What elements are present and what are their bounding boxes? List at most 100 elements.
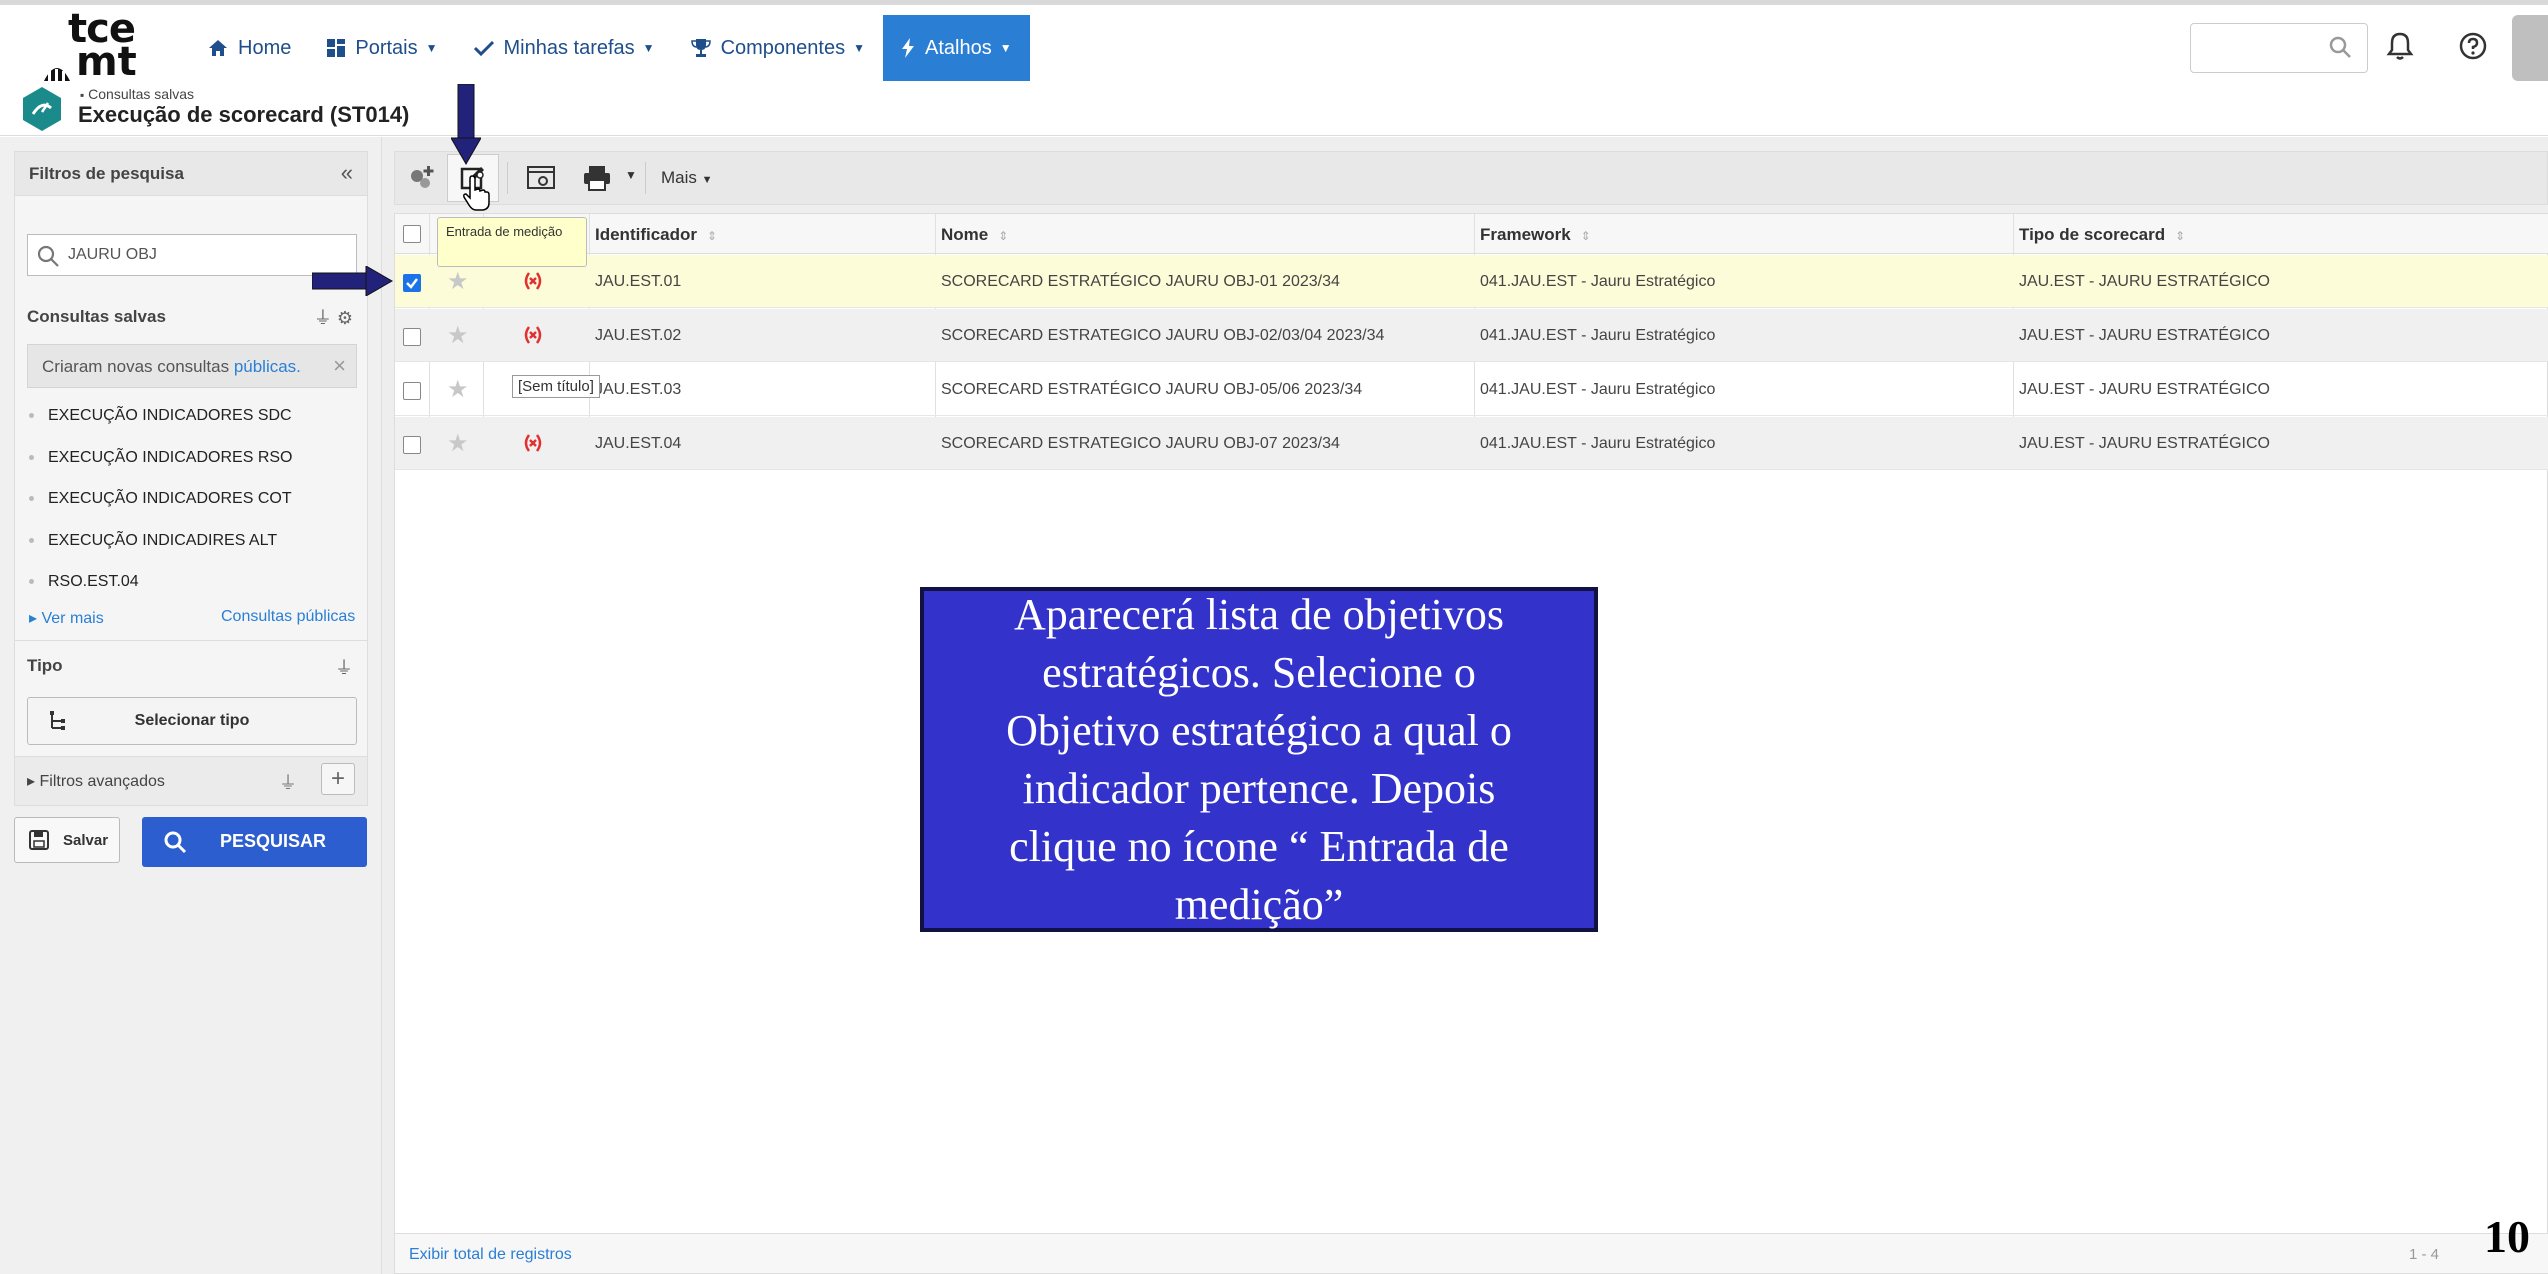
folder-icon: ▪ [80, 88, 85, 102]
saved-query-label: RSO.EST.04 [48, 573, 139, 590]
add-filter-button[interactable]: + [321, 763, 355, 795]
more-menu[interactable]: Mais ▼ [661, 168, 713, 188]
select-type-label: Selecionar tipo [134, 712, 250, 729]
see-more-label: Ver mais [41, 610, 104, 627]
saved-query-item[interactable]: EXECUÇÃO INDICADORES SDC [29, 407, 292, 425]
public-queries-notice: Criaram novas consultas públicas. × [27, 344, 357, 388]
nav-home-label: Home [238, 36, 292, 59]
notice-text-label: Criaram novas consultas [42, 357, 234, 376]
select-type-button[interactable]: Selecionar tipo [27, 697, 357, 745]
bell-icon[interactable] [2383, 29, 2417, 63]
public-queries-link[interactable]: Consultas públicas [221, 608, 355, 626]
sort-icon: ⇕ [2175, 229, 2186, 243]
nav-tarefas[interactable]: Minhas tarefas ▼ [456, 15, 673, 81]
add-scorecard-button[interactable] [395, 154, 447, 202]
search-label: PESQUISAR [220, 831, 327, 851]
hand-cursor-icon [463, 175, 490, 211]
star-icon[interactable]: ★ [447, 321, 469, 350]
star-icon[interactable]: ★ [447, 267, 469, 296]
nav-atalhos[interactable]: Atalhos ▼ [882, 15, 1030, 81]
star-icon[interactable]: ★ [447, 429, 469, 458]
more-label: Mais [661, 168, 697, 187]
search-icon [37, 245, 59, 267]
tce-logo[interactable]: tce mt [40, 9, 140, 82]
column-header[interactable]: Identificador ⇕ [595, 225, 717, 245]
cell-framework: 041.JAU.EST - Jauru Estratégico [1480, 327, 1716, 344]
nav-home[interactable]: Home [190, 15, 309, 81]
arrow-down-icon [451, 84, 481, 166]
table-row[interactable]: ★ JAU.EST.01 SCORECARD ESTRATÉGICO JAURU… [395, 255, 2548, 308]
clear-icon[interactable]: ⏚ [279, 769, 297, 795]
star-icon[interactable]: ★ [447, 375, 469, 404]
chevron-down-icon[interactable]: ▼ [625, 168, 637, 182]
cell-name: SCORECARD ESTRATÉGICO JAURU OBJ-01 2023/… [941, 273, 1340, 290]
column-header-label: Tipo de scorecard [2019, 225, 2166, 244]
home-icon [209, 40, 227, 56]
row-checkbox[interactable] [403, 436, 421, 454]
select-all-checkbox[interactable] [403, 225, 421, 243]
advanced-filters-toggle[interactable]: ▸ Filtros avançados [27, 771, 165, 791]
search-button[interactable]: PESQUISAR [142, 817, 367, 867]
chevron-down-icon: ▼ [425, 41, 438, 55]
global-search-input[interactable] [2190, 23, 2368, 73]
row-checkbox[interactable] [403, 274, 421, 292]
saved-query-label: EXECUÇÃO INDICADIRES ALT [48, 532, 278, 549]
save-button[interactable]: Salvar [14, 817, 120, 863]
column-header-label: Nome [941, 225, 989, 244]
clear-icon[interactable]: ⏚ [314, 308, 332, 328]
saved-queries-tools[interactable]: ⏚ ⚙ [314, 304, 353, 330]
saved-query-item[interactable]: RSO.EST.04 [29, 573, 139, 591]
arrow-right-icon [312, 266, 394, 296]
advanced-filters-label: Filtros avançados [39, 773, 165, 790]
row-checkbox[interactable] [403, 328, 421, 346]
clear-icon[interactable]: ⏚ [335, 654, 353, 680]
cell-name: SCORECARD ESTRATÉGICO JAURU OBJ-05/06 20… [941, 381, 1363, 398]
column-header[interactable]: Framework ⇕ [1480, 225, 1591, 245]
bullet-icon [29, 579, 34, 585]
toolbar-separator [645, 162, 646, 194]
saved-query-item[interactable]: EXECUÇÃO INDICADORES RSO [29, 449, 292, 467]
cell-id: JAU.EST.03 [595, 381, 682, 398]
bullet-icon [29, 413, 34, 419]
saved-query-item[interactable]: EXECUÇÃO INDICADIRES ALT [29, 532, 277, 550]
print-button[interactable] [571, 154, 623, 202]
advanced-filters-row[interactable]: ▸ Filtros avançados ⏚ + [15, 757, 367, 805]
view-button[interactable] [515, 154, 567, 202]
close-icon[interactable]: × [333, 353, 346, 379]
table-row[interactable]: ★ JAU.EST.02 SCORECARD ESTRATEGICO JAURU… [395, 309, 2548, 362]
bullet-icon [29, 496, 34, 502]
saved-query-item[interactable]: EXECUÇÃO INDICADORES COT [29, 490, 292, 508]
chevron-down-icon: ▼ [701, 174, 713, 186]
status-icon [524, 434, 542, 452]
save-label: Salvar [63, 832, 109, 849]
grid-icon [327, 39, 346, 57]
sidebar-search-input[interactable]: JAURU OBJ [27, 234, 357, 276]
filter-sidebar: Filtros de pesquisa « JAURU OBJ Consulta… [0, 137, 382, 1274]
check-icon [406, 278, 418, 289]
table-row[interactable]: ★ JAU.EST.04 SCORECARD ESTRATEGICO JAURU… [395, 417, 2548, 470]
saved-queries-title: Consultas salvas [27, 307, 166, 326]
scorecard-app-icon [23, 87, 61, 131]
cell-id: JAU.EST.04 [595, 435, 682, 452]
sort-icon: ⇕ [998, 229, 1009, 243]
row-checkbox[interactable] [403, 382, 421, 400]
bolt-icon [901, 38, 914, 58]
column-header[interactable]: Nome ⇕ [941, 225, 1008, 245]
gear-icon[interactable]: ⚙ [337, 308, 353, 328]
breadcrumb-parent[interactable]: ▪ Consultas salvas [80, 86, 194, 102]
notice-link[interactable]: públicas. [234, 357, 301, 376]
sort-icon: ⇕ [1580, 229, 1591, 243]
see-more-link[interactable]: ▸ Ver mais [29, 608, 104, 628]
column-header-label: Framework [1480, 225, 1571, 244]
type-title: Tipo [27, 656, 63, 675]
collapse-icon[interactable]: « [341, 160, 353, 186]
avatar[interactable] [2512, 15, 2548, 81]
show-total-link[interactable]: Exibir total de registros [409, 1246, 572, 1264]
help-icon[interactable] [2456, 29, 2490, 63]
column-header[interactable]: Tipo de scorecard ⇕ [2019, 225, 2185, 245]
nav-portais-label: Portais [355, 36, 418, 59]
nav-componentes[interactable]: Componentes ▼ [673, 15, 883, 81]
table-row[interactable]: ★ JAU.EST.03 SCORECARD ESTRATÉGICO JAURU… [395, 363, 2548, 416]
nav-portais[interactable]: Portais ▼ [309, 15, 455, 81]
grid-header: Identificador ⇕ Nome ⇕ Framework ⇕ Tipo de … [395, 214, 2548, 254]
